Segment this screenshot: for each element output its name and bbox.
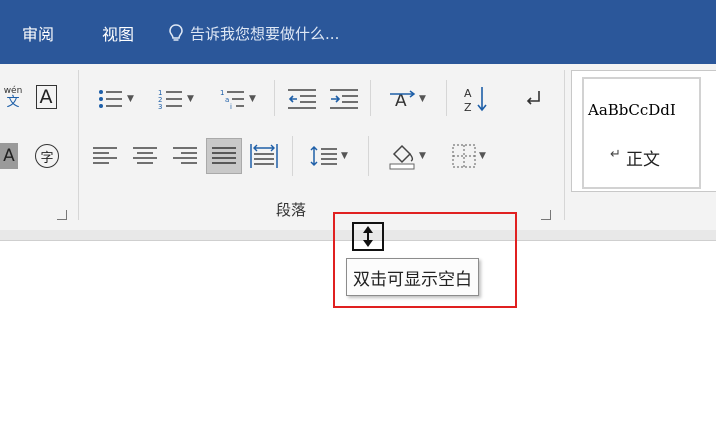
ribbon-tabs: 审阅 视图 告诉我您想要做什么... xyxy=(0,18,339,48)
tab-view[interactable]: 视图 xyxy=(102,21,134,45)
styles-gallery: AaBbCcDdI ↵ 正文 xyxy=(571,70,716,192)
chevron-down-icon: ▼ xyxy=(341,151,348,161)
increase-indent-icon xyxy=(330,89,358,109)
enclose-char-glyph: 字 xyxy=(35,144,59,168)
character-border-glyph: A xyxy=(35,85,57,109)
distributed-button[interactable] xyxy=(246,138,282,174)
chevron-down-icon: ▼ xyxy=(479,151,486,161)
borders-icon xyxy=(452,144,476,168)
line-spacing-button[interactable]: ▼ xyxy=(302,141,356,171)
svg-text:i: i xyxy=(230,103,232,110)
numbering-icon: 123 xyxy=(158,89,183,110)
sort-icon: A Z xyxy=(464,87,487,113)
paragraph-group-label: 段落 xyxy=(276,201,307,219)
align-center-button[interactable] xyxy=(128,141,162,171)
tab-review[interactable]: 审阅 xyxy=(22,21,54,45)
chevron-down-icon: ▼ xyxy=(419,94,426,104)
numbering-button[interactable]: 123 ▼ xyxy=(150,86,202,112)
bullets-button[interactable]: ▼ xyxy=(90,86,142,112)
align-left-icon xyxy=(93,147,117,164)
align-center-icon xyxy=(133,147,157,164)
group-separator xyxy=(292,136,293,176)
multilevel-list-button[interactable]: 1ai ▼ xyxy=(212,86,264,112)
align-right-button[interactable] xyxy=(168,141,202,171)
multilevel-list-icon: 1ai xyxy=(220,89,245,110)
style-normal[interactable]: AaBbCcDdI ↵ 正文 xyxy=(582,77,701,189)
character-border-button[interactable]: A xyxy=(33,83,59,111)
group-separator xyxy=(368,136,369,176)
svg-text:A: A xyxy=(464,87,472,100)
chevron-down-icon: ▼ xyxy=(249,94,256,104)
group-separator xyxy=(370,80,371,116)
annotation-highlight-box xyxy=(333,212,517,308)
text-direction-button[interactable]: A ▼ xyxy=(380,86,434,112)
svg-text:Z: Z xyxy=(464,101,472,113)
distributed-icon xyxy=(250,144,278,168)
decrease-indent-button[interactable] xyxy=(284,86,320,112)
justify-icon xyxy=(212,147,236,164)
align-left-button[interactable] xyxy=(88,141,122,171)
phonetic-char: 文 xyxy=(6,95,20,110)
font-dialog-launcher[interactable] xyxy=(57,210,67,220)
chevron-down-icon: ▼ xyxy=(187,94,194,104)
line-spacing-icon xyxy=(310,145,338,167)
show-formatting-marks-button[interactable] xyxy=(518,86,550,112)
group-separator xyxy=(446,80,447,116)
text-direction-icon: A xyxy=(390,90,416,110)
group-separator xyxy=(78,70,79,220)
svg-text:1: 1 xyxy=(220,89,224,97)
paragraph-mark-icon xyxy=(526,91,540,105)
chevron-down-icon: ▼ xyxy=(127,94,134,104)
increase-indent-button[interactable] xyxy=(326,86,362,112)
paint-bucket-icon xyxy=(389,144,415,170)
title-bar: 审阅 视图 告诉我您想要做什么... xyxy=(0,0,716,64)
decrease-indent-icon xyxy=(288,89,316,109)
paragraph-dialog-launcher[interactable] xyxy=(541,210,551,220)
justify-button[interactable] xyxy=(206,138,242,174)
lightbulb-icon xyxy=(169,24,183,41)
style-sample-text: AaBbCcDdI xyxy=(588,101,676,119)
group-separator xyxy=(274,80,275,116)
borders-button[interactable]: ▼ xyxy=(442,141,496,171)
paragraph-mark-icon: ↵ xyxy=(610,147,621,162)
align-right-icon xyxy=(173,147,197,164)
bullets-icon xyxy=(99,90,123,108)
chevron-down-icon: ▼ xyxy=(419,151,426,161)
style-name: 正文 xyxy=(626,150,660,170)
character-shading-glyph: A xyxy=(3,146,15,166)
shading-button[interactable]: ▼ xyxy=(378,138,436,174)
tell-me-text: 告诉我您想要做什么... xyxy=(190,24,340,43)
group-separator xyxy=(564,70,565,220)
sort-button[interactable]: A Z xyxy=(458,84,494,114)
phonetic-guide-button[interactable]: wén 文 xyxy=(0,84,26,112)
svg-text:a: a xyxy=(225,96,229,104)
tell-me-search[interactable]: 告诉我您想要做什么... xyxy=(168,23,339,44)
svg-text:3: 3 xyxy=(158,103,162,110)
character-shading-button[interactable]: A xyxy=(0,143,18,169)
enclose-characters-button[interactable]: 字 xyxy=(32,141,62,171)
